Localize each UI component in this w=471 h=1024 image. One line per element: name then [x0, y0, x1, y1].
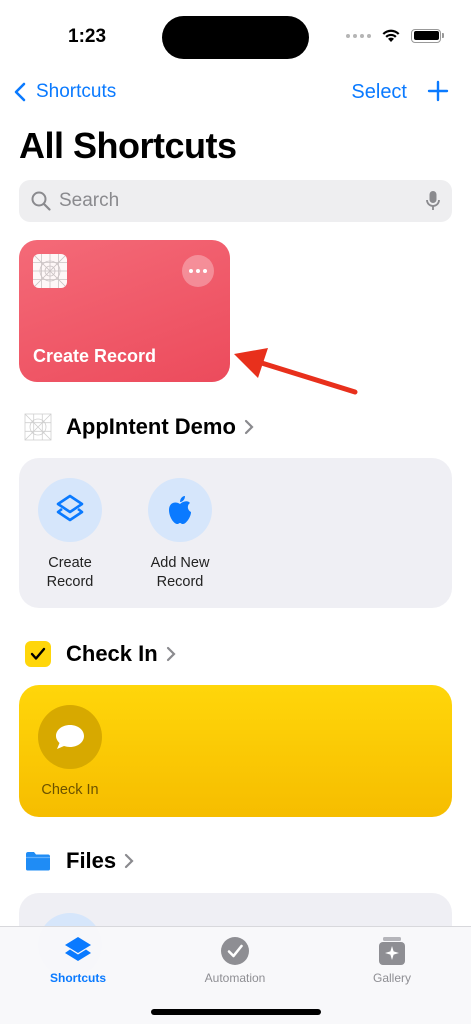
checkbox-icon — [25, 641, 51, 667]
add-new-record-action[interactable]: Add New Record — [135, 478, 225, 592]
chevron-right-icon — [125, 853, 134, 869]
section-header-appintent-demo[interactable]: AppIntent Demo — [24, 413, 254, 441]
section-title: Files — [66, 848, 117, 873]
shortcut-card-label: Create Record — [33, 346, 157, 366]
dynamic-island — [162, 16, 309, 59]
status-time: 1:23 — [68, 26, 107, 47]
placeholder-glyph-icon — [24, 413, 52, 441]
status-indicators — [346, 28, 444, 43]
tab-label: Shortcuts — [49, 971, 106, 985]
back-button-label: Shortcuts — [36, 81, 117, 102]
action-label: Check In — [41, 782, 99, 798]
folder-icon — [26, 852, 50, 871]
check-in-action[interactable]: Check In — [25, 705, 115, 800]
automation-clock-check-icon — [221, 937, 249, 965]
home-indicator — [151, 1009, 321, 1015]
section-title: AppIntent Demo — [66, 414, 236, 439]
page-title: All Shortcuts — [19, 125, 237, 166]
wifi-icon — [382, 29, 400, 42]
shortcuts-stack-icon — [38, 478, 102, 542]
back-button[interactable]: Shortcuts — [8, 78, 116, 106]
action-label: Create Record — [46, 555, 94, 590]
action-label: Add New Record — [150, 555, 210, 590]
chevron-right-icon — [244, 419, 254, 435]
chevron-left-icon — [8, 78, 32, 106]
apple-icon — [148, 478, 212, 542]
create-record-shortcut-card[interactable]: Create Record — [19, 240, 230, 382]
placeholder-glyph-icon — [33, 254, 67, 288]
check-in-shortcuts-group: Check In — [19, 685, 452, 817]
tab-automation[interactable]: Automation — [180, 935, 290, 985]
gallery-icon — [379, 937, 405, 965]
tab-shortcuts[interactable]: Shortcuts — [23, 935, 133, 985]
tab-gallery[interactable]: Gallery — [337, 935, 447, 985]
tab-label: Gallery — [372, 971, 411, 985]
chevron-right-icon — [166, 646, 176, 662]
cellular-signal-icon — [346, 33, 371, 38]
tab-bar: Shortcuts Automation Gallery — [0, 926, 471, 1024]
shortcuts-stack-icon — [65, 937, 91, 961]
select-button[interactable]: Select — [351, 81, 407, 104]
section-title: Check In — [66, 641, 158, 666]
appintent-shortcuts-group: Create Record Add New Record — [19, 458, 452, 608]
message-bubble-icon — [38, 705, 102, 769]
add-shortcut-button[interactable] — [427, 80, 449, 107]
annotation-arrow-icon — [234, 348, 358, 395]
battery-icon — [411, 28, 444, 43]
search-icon — [31, 191, 51, 211]
microphone-icon[interactable] — [426, 190, 440, 212]
search-input[interactable] — [59, 190, 426, 212]
more-options-button[interactable] — [182, 255, 214, 287]
search-bar[interactable] — [19, 180, 452, 222]
section-header-files[interactable]: Files — [24, 848, 134, 874]
section-header-check-in[interactable]: Check In — [24, 640, 176, 668]
plus-icon — [427, 80, 449, 102]
tab-label: Automation — [204, 971, 266, 985]
create-record-action[interactable]: Create Record — [25, 478, 115, 592]
